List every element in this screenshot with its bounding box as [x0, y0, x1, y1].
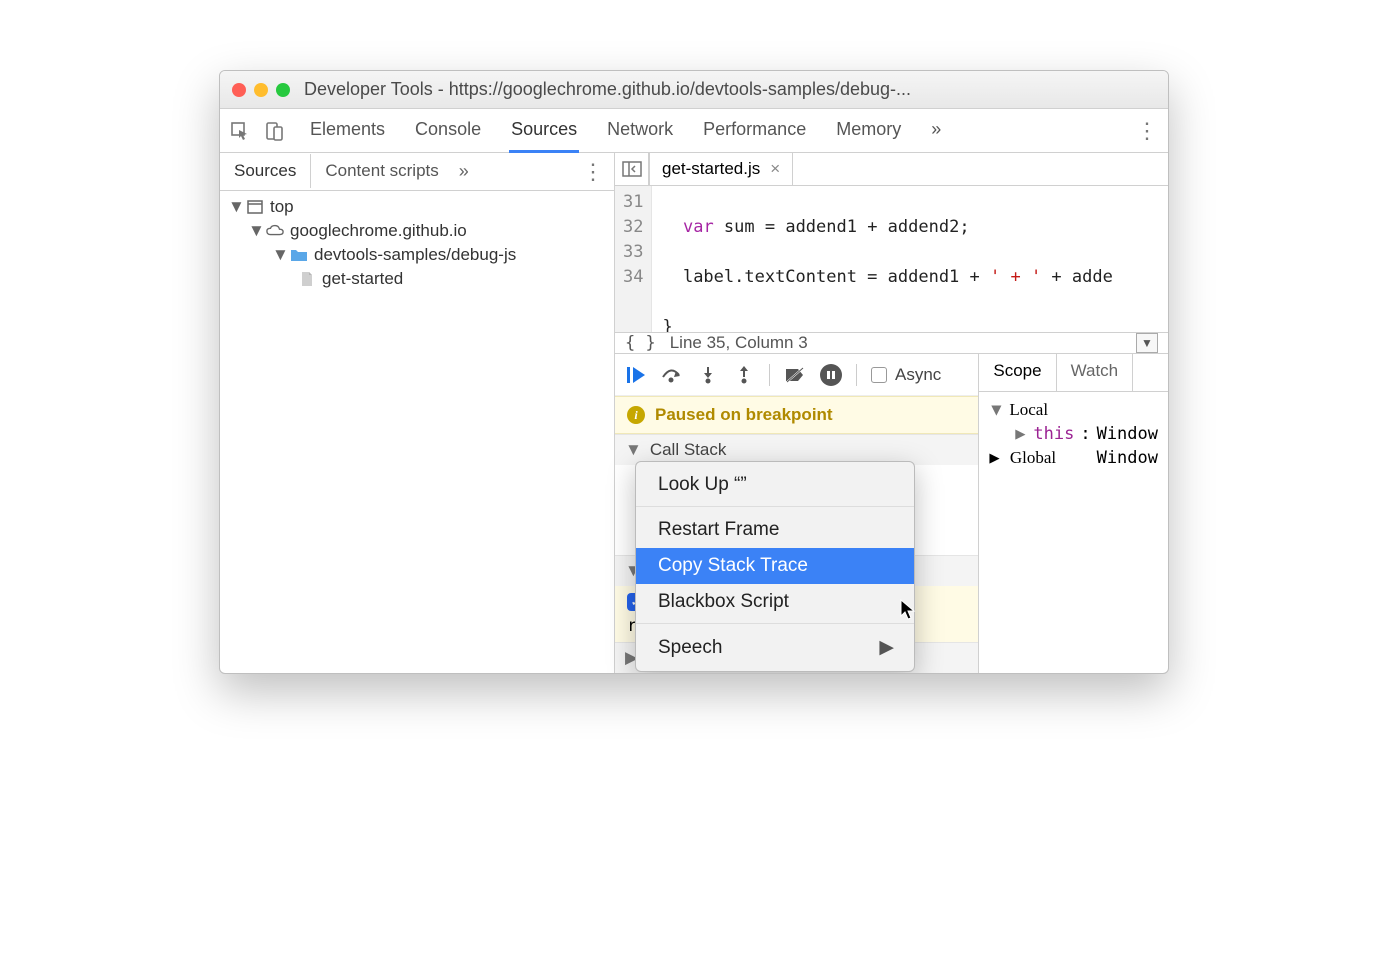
file-icon	[298, 270, 316, 288]
close-tab-icon[interactable]: ×	[770, 159, 780, 179]
tree-top-label: top	[270, 197, 294, 217]
code-line: var sum = addend1 + addend2;	[662, 215, 1112, 240]
tree-host-label: googlechrome.github.io	[290, 221, 467, 241]
file-tree: ▼ top ▼ googlechrome.github.io ▼ devtool…	[220, 191, 614, 673]
code-editor[interactable]: 31 32 33 34 var sum = addend1 + addend2;…	[615, 186, 1168, 332]
panel-tabs: Elements Console Sources Network Perform…	[308, 109, 943, 153]
devtools-window: Developer Tools - https://googlechrome.g…	[219, 70, 1169, 674]
tree-folder[interactable]: ▼ devtools-samples/debug-js	[220, 243, 614, 267]
scope-global[interactable]: ▶ Global Window	[989, 446, 1158, 470]
code-line: label.textContent = addend1 + ' + ' + ad…	[662, 265, 1112, 290]
code-gutter: 31 32 33 34	[615, 186, 652, 332]
window-title: Developer Tools - https://googlechrome.g…	[304, 79, 911, 100]
chevron-down-icon: ▼	[625, 440, 642, 460]
tabs-overflow[interactable]: »	[929, 109, 943, 153]
tree-file[interactable]: get-started	[220, 267, 614, 291]
debugger-right: Scope Watch ▼ Local ▶ this: Window	[979, 354, 1168, 673]
tree-top[interactable]: ▼ top	[220, 195, 614, 219]
tree-host[interactable]: ▼ googlechrome.github.io	[220, 219, 614, 243]
tree-file-label: get-started	[322, 269, 403, 289]
menu-restart-frame[interactable]: Restart Frame	[636, 512, 914, 548]
tab-network[interactable]: Network	[605, 109, 675, 153]
navigator-menu-icon[interactable]: ⋮	[582, 159, 614, 185]
window-icon	[246, 198, 264, 216]
chevron-right-icon: ▶	[989, 448, 999, 468]
tab-performance[interactable]: Performance	[701, 109, 808, 153]
tab-scope[interactable]: Scope	[979, 354, 1056, 391]
mouse-cursor-icon	[900, 599, 918, 621]
async-label-text: Async	[895, 365, 941, 385]
tree-folder-label: devtools-samples/debug-js	[314, 245, 516, 265]
submenu-arrow-icon: ▶	[879, 636, 894, 659]
pretty-print-icon[interactable]: { }	[625, 333, 656, 353]
folder-icon	[290, 246, 308, 264]
nav-sidebar-icon[interactable]	[615, 153, 649, 185]
tab-sources[interactable]: Sources	[509, 109, 579, 153]
device-toggle-icon[interactable]	[264, 121, 284, 141]
subtab-sources[interactable]: Sources	[220, 154, 311, 188]
tab-elements[interactable]: Elements	[308, 109, 387, 153]
editor-tab-label: get-started.js	[662, 159, 760, 179]
editor-tabbar: get-started.js ×	[615, 153, 1168, 186]
inspect-element-icon[interactable]	[230, 121, 250, 141]
close-window-button[interactable]	[232, 83, 246, 97]
menu-speech[interactable]: Speech ▶	[636, 629, 914, 666]
scope-body: ▼ Local ▶ this: Window ▶ Global Window	[979, 392, 1168, 476]
async-checkbox[interactable]: Async	[871, 365, 941, 385]
debug-controls: Async	[615, 354, 978, 396]
editor-tab[interactable]: get-started.js ×	[649, 153, 793, 185]
minimize-window-button[interactable]	[254, 83, 268, 97]
editor-statusbar: { } Line 35, Column 3 ▼	[615, 332, 1168, 353]
cloud-icon	[266, 222, 284, 240]
tab-memory[interactable]: Memory	[834, 109, 903, 153]
devtools-toolbar: Elements Console Sources Network Perform…	[220, 109, 1168, 153]
step-out-icon[interactable]	[733, 364, 755, 386]
subtabs-overflow[interactable]: »	[459, 161, 469, 182]
chevron-down-icon: ▼	[989, 400, 1003, 420]
cursor-location: Line 35, Column 3	[670, 333, 808, 353]
info-icon: i	[627, 406, 645, 424]
tab-watch[interactable]: Watch	[1057, 354, 1134, 391]
paused-text: Paused on breakpoint	[655, 405, 833, 425]
checkbox-icon	[871, 367, 887, 383]
paused-banner: i Paused on breakpoint	[615, 396, 978, 434]
code-line: }	[662, 315, 1112, 332]
window-titlebar: Developer Tools - https://googlechrome.g…	[220, 71, 1168, 109]
scope-tabs: Scope Watch	[979, 354, 1168, 392]
pause-exceptions-icon[interactable]	[820, 364, 842, 386]
subtab-content-scripts[interactable]: Content scripts	[311, 154, 452, 188]
tab-console[interactable]: Console	[413, 109, 483, 153]
context-menu: Look Up “” Restart Frame Copy Stack Trac…	[635, 461, 915, 672]
code-body[interactable]: var sum = addend1 + addend2; label.textC…	[652, 186, 1122, 332]
menu-lookup[interactable]: Look Up “”	[636, 467, 914, 507]
traffic-lights	[232, 83, 290, 97]
scope-this[interactable]: ▶ this: Window	[989, 422, 1158, 446]
scope-local[interactable]: ▼ Local	[989, 398, 1158, 422]
menu-copy-stack-trace[interactable]: Copy Stack Trace	[636, 548, 914, 584]
menu-blackbox-script[interactable]: Blackbox Script	[636, 584, 914, 624]
statusbar-dropdown[interactable]: ▼	[1136, 333, 1158, 353]
toolbar-menu-icon[interactable]: ⋮	[1136, 118, 1158, 144]
zoom-window-button[interactable]	[276, 83, 290, 97]
navigator-pane: Sources Content scripts » ⋮ ▼ top ▼ goog…	[220, 153, 615, 673]
resume-icon[interactable]	[625, 364, 647, 386]
step-into-icon[interactable]	[697, 364, 719, 386]
deactivate-breakpoints-icon[interactable]	[784, 364, 806, 386]
step-over-icon[interactable]	[661, 364, 683, 386]
chevron-right-icon: ▶	[1013, 424, 1027, 444]
navigator-tabs: Sources Content scripts » ⋮	[220, 153, 614, 191]
